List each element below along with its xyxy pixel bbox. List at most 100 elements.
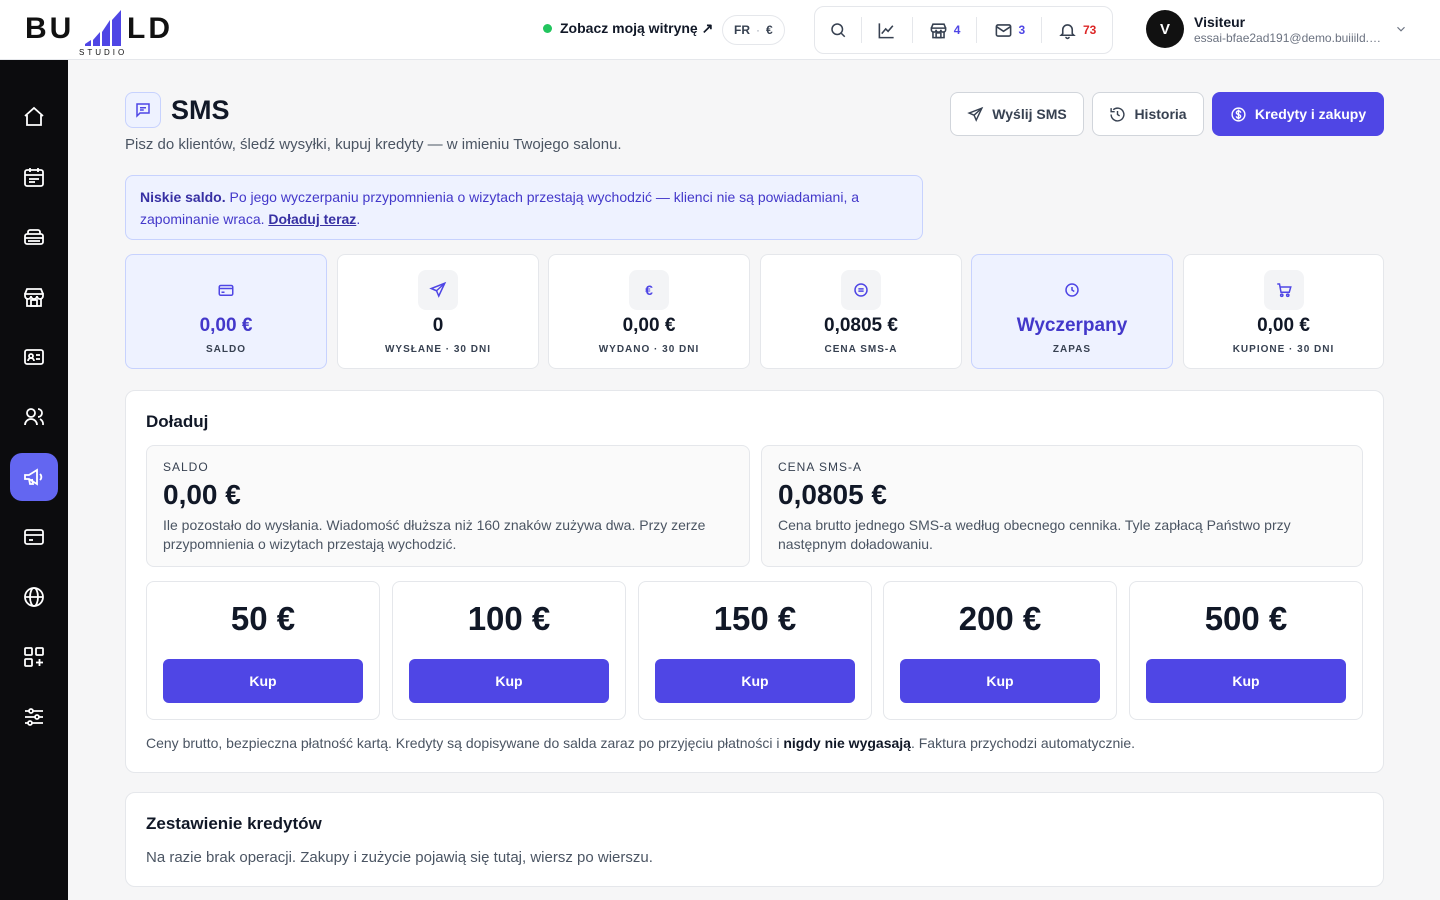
quick-actions: 4 3 73: [814, 6, 1113, 54]
top-up-now-link[interactable]: Doładuj teraz: [268, 211, 356, 227]
pack-100: 100 € Kup: [392, 581, 626, 720]
sidebar-item-clients[interactable]: [10, 393, 58, 441]
services-icon: [24, 229, 44, 245]
history-label: Historia: [1134, 106, 1187, 122]
sidebar-item-contacts[interactable]: [10, 333, 58, 381]
stats-row: 0,00 € SALDO 0 WYSŁANE · 30 DNI € 0,00 €…: [125, 254, 1384, 370]
chart-line-icon: [878, 22, 894, 38]
sidebar-item-payments[interactable]: [10, 513, 58, 561]
pack-150: 150 € Kup: [638, 581, 872, 720]
brand-logo[interactable]: BU LD STUDIO: [25, 8, 185, 57]
main-content: SMS Pisz do klientów, śledź wysyłki, kup…: [125, 60, 1384, 900]
top-up-card: Doładuj SALDO 0,00 € Ile pozostało do wy…: [125, 390, 1384, 773]
mail-icon: [995, 23, 1011, 37]
buy-button[interactable]: Kup: [163, 659, 363, 703]
wallet-icon: [218, 284, 234, 296]
page-subtitle: Pisz do klientów, śledź wysyłki, kupuj k…: [125, 136, 622, 153]
pack-amount: 200 €: [958, 600, 1042, 637]
bell-icon: [1059, 23, 1076, 39]
chevron-down-icon: [1397, 26, 1405, 32]
stat-spent: € 0,00 € WYDANO · 30 DNI: [548, 254, 750, 369]
history-icon: [1110, 106, 1126, 122]
pack-amount: 100 €: [467, 600, 551, 637]
users-icon: [24, 408, 44, 426]
sliders-icon: [25, 708, 43, 726]
alert-text: Po jego wyczerpaniu przypomnienia o wizy…: [140, 189, 860, 227]
clock-icon: [1065, 283, 1079, 297]
top-up-title: Doładuj: [146, 412, 209, 431]
buy-button[interactable]: Kup: [1146, 659, 1346, 703]
buy-button[interactable]: Kup: [900, 659, 1100, 703]
online-status-dot: [543, 24, 552, 33]
stat-price-icon-wrap: [841, 270, 881, 310]
search-button[interactable]: [815, 6, 861, 54]
stat-label: KUPIONE · 30 DNI: [1232, 344, 1335, 355]
history-button[interactable]: Historia: [1092, 92, 1204, 136]
stat-balance-icon-wrap: [206, 270, 246, 310]
logo-subtitle: STUDIO: [79, 48, 128, 57]
pack-50: 50 € Kup: [146, 581, 380, 720]
cart-icon: [1277, 283, 1292, 298]
sidebar-item-website[interactable]: [10, 573, 58, 621]
credits-purchases-button[interactable]: Kredyty i zakupy: [1212, 92, 1384, 136]
user-menu[interactable]: V Visiteur essai-bfae2ad191@demo.buiiild…: [1146, 10, 1416, 50]
message-icon: [136, 103, 150, 118]
pack-amount: 50 €: [230, 600, 296, 637]
user-email: essai-bfae2ad191@demo.buiiild.com: [1194, 31, 1386, 45]
pack-200: 200 € Kup: [883, 581, 1117, 720]
view-site-link[interactable]: Zobacz moją witrynę ↗: [543, 20, 713, 37]
buy-button[interactable]: Kup: [409, 659, 609, 703]
page-title-badge: [125, 92, 161, 128]
avatar: V: [1146, 10, 1184, 48]
notifications-button[interactable]: 73: [1042, 6, 1112, 54]
user-name: Visiteur: [1194, 14, 1246, 30]
sidebar-item-home[interactable]: [10, 93, 58, 141]
sidebar-item-services[interactable]: [10, 213, 58, 261]
sidebar-item-calendar[interactable]: [10, 153, 58, 201]
pack-500: 500 € Kup: [1129, 581, 1363, 720]
calendar-icon: [24, 168, 44, 187]
megaphone-icon: [24, 468, 43, 486]
pack-amount: 150 €: [713, 600, 797, 637]
stat-label: WYDANO · 30 DNI: [598, 344, 700, 355]
top-bar: BU LD STUDIO Zobacz moją witrynę ↗ FR · …: [0, 0, 1440, 60]
analytics-button[interactable]: [862, 6, 912, 54]
send-sms-label: Wyślij SMS: [992, 106, 1067, 122]
sidebar-item-apps[interactable]: [10, 633, 58, 681]
stat-label: ZAPAS: [1052, 344, 1092, 355]
price-description: Cena brutto jednego SMS-a według obecneg…: [778, 517, 1291, 552]
language-code: FR: [734, 23, 750, 37]
language-currency-switch[interactable]: FR · €: [722, 15, 785, 45]
balance-info-box: SALDO 0,00 € Ile pozostało do wysłania. …: [146, 445, 750, 567]
sidebar-item-marketing[interactable]: [10, 453, 58, 501]
stat-spent-icon-wrap: €: [629, 270, 669, 310]
separator-dot: ·: [756, 23, 760, 37]
contact-card-icon: [24, 349, 44, 365]
sidebar-item-shop[interactable]: [10, 273, 58, 321]
price-info-box: CENA SMS-A 0,0805 € Cena brutto jednego …: [761, 445, 1363, 567]
credits-purchases-label: Kredyty i zakupy: [1254, 106, 1367, 122]
send-sms-button[interactable]: Wyślij SMS: [950, 92, 1084, 136]
price-label: CENA SMS-A: [778, 460, 863, 474]
stat-sms-price: 0,0805 € CENA SMS-A: [760, 254, 962, 369]
stat-stock: Wyczerpany ZAPAS: [971, 254, 1173, 369]
stat-label: WYSŁANE · 30 DNI: [384, 344, 491, 355]
sidebar-item-settings[interactable]: [10, 693, 58, 741]
stat-label: CENA SMS-A: [824, 344, 898, 355]
stat-value: 0,0805 €: [824, 315, 898, 336]
send-icon: [967, 106, 984, 122]
stat-value: 0: [432, 315, 444, 336]
shop-button[interactable]: 4: [913, 6, 977, 54]
ledger-empty-state: Na razie brak operacji. Zakupy i zużycie…: [146, 849, 653, 866]
ledger-title: Zestawienie kredytów: [146, 814, 322, 833]
balance-value: 0,00 €: [163, 479, 241, 510]
low-balance-alert: Niskie saldo. Po jego wyczerpaniu przypo…: [125, 175, 923, 240]
currency-symbol: €: [766, 23, 773, 37]
buy-button[interactable]: Kup: [655, 659, 855, 703]
stat-value: 0,00 €: [199, 315, 253, 336]
logo-bars-icon: [85, 10, 121, 46]
sidebar: [0, 60, 68, 900]
stat-balance: 0,00 € SALDO: [125, 254, 327, 369]
price-value: 0,0805 €: [778, 479, 887, 510]
messages-button[interactable]: 3: [977, 6, 1041, 54]
